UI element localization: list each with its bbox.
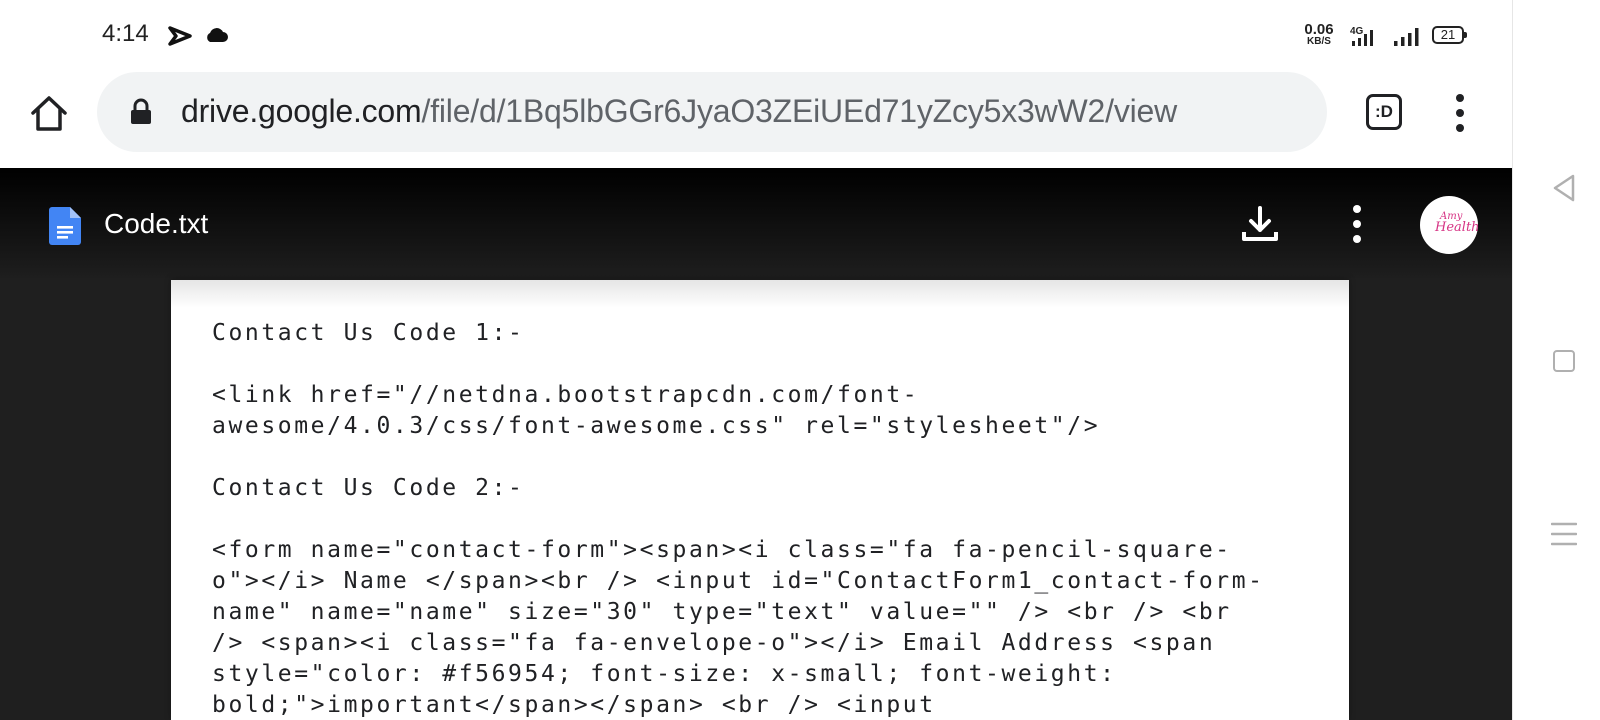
url-text[interactable]: drive.google.com/file/d/1Bq5lbGGr6JyaO3Z… bbox=[181, 93, 1177, 130]
cloud-icon bbox=[204, 26, 228, 49]
download-icon[interactable] bbox=[1240, 204, 1280, 244]
system-nav-bar bbox=[1512, 0, 1600, 720]
google-docs-icon bbox=[48, 206, 82, 251]
more-vert-icon[interactable] bbox=[1448, 92, 1472, 134]
home-square-icon[interactable] bbox=[1553, 350, 1575, 372]
phone-screen: 4:14 0.06 KB/S 4G 21 drive.google.com/fi… bbox=[0, 0, 1512, 720]
send-app-icon bbox=[168, 24, 194, 53]
recents-icon[interactable] bbox=[1550, 521, 1578, 552]
address-bar[interactable]: drive.google.com/file/d/1Bq5lbGGr6JyaO3Z… bbox=[97, 72, 1327, 152]
lock-icon[interactable] bbox=[129, 98, 153, 131]
document-text: Contact Us Code 1:- <link href="//netdna… bbox=[212, 320, 1265, 718]
status-time: 4:14 bbox=[102, 20, 149, 47]
url-host: drive.google.com bbox=[181, 93, 422, 129]
home-icon[interactable] bbox=[28, 92, 70, 134]
back-icon[interactable] bbox=[1551, 173, 1577, 208]
url-path: /file/d/1Bq5lbGGr6JyaO3ZEiUEd71yZcy5x3wW… bbox=[421, 93, 1178, 129]
network-speed-unit: KB/S bbox=[1307, 36, 1331, 47]
network-speed: 0.06 KB/S bbox=[1302, 22, 1336, 47]
signal-icon bbox=[1392, 24, 1422, 53]
network-speed-value: 0.06 bbox=[1304, 21, 1334, 38]
status-bar: 4:14 0.06 KB/S 4G 21 bbox=[0, 0, 1512, 70]
account-avatar[interactable]: Amy Health bbox=[1420, 196, 1478, 254]
network-type-label: 4G bbox=[1350, 26, 1364, 37]
document-page: Contact Us Code 1:- <link href="//netdna… bbox=[171, 280, 1349, 720]
file-name: Code.txt bbox=[104, 208, 209, 239]
tab-switcher-button[interactable]: :D bbox=[1366, 94, 1402, 130]
drive-viewer: Code.txt Amy Health Contact Us Code 1:- … bbox=[0, 168, 1512, 720]
avatar-text-line2: Health bbox=[1435, 220, 1478, 235]
signal-4g-icon: 4G bbox=[1348, 24, 1382, 53]
browser-toolbar: drive.google.com/file/d/1Bq5lbGGr6JyaO3Z… bbox=[0, 70, 1512, 168]
viewer-header: Code.txt Amy Health bbox=[0, 168, 1512, 278]
more-vert-icon[interactable] bbox=[1346, 202, 1368, 246]
battery-icon: 21 bbox=[1432, 26, 1467, 44]
